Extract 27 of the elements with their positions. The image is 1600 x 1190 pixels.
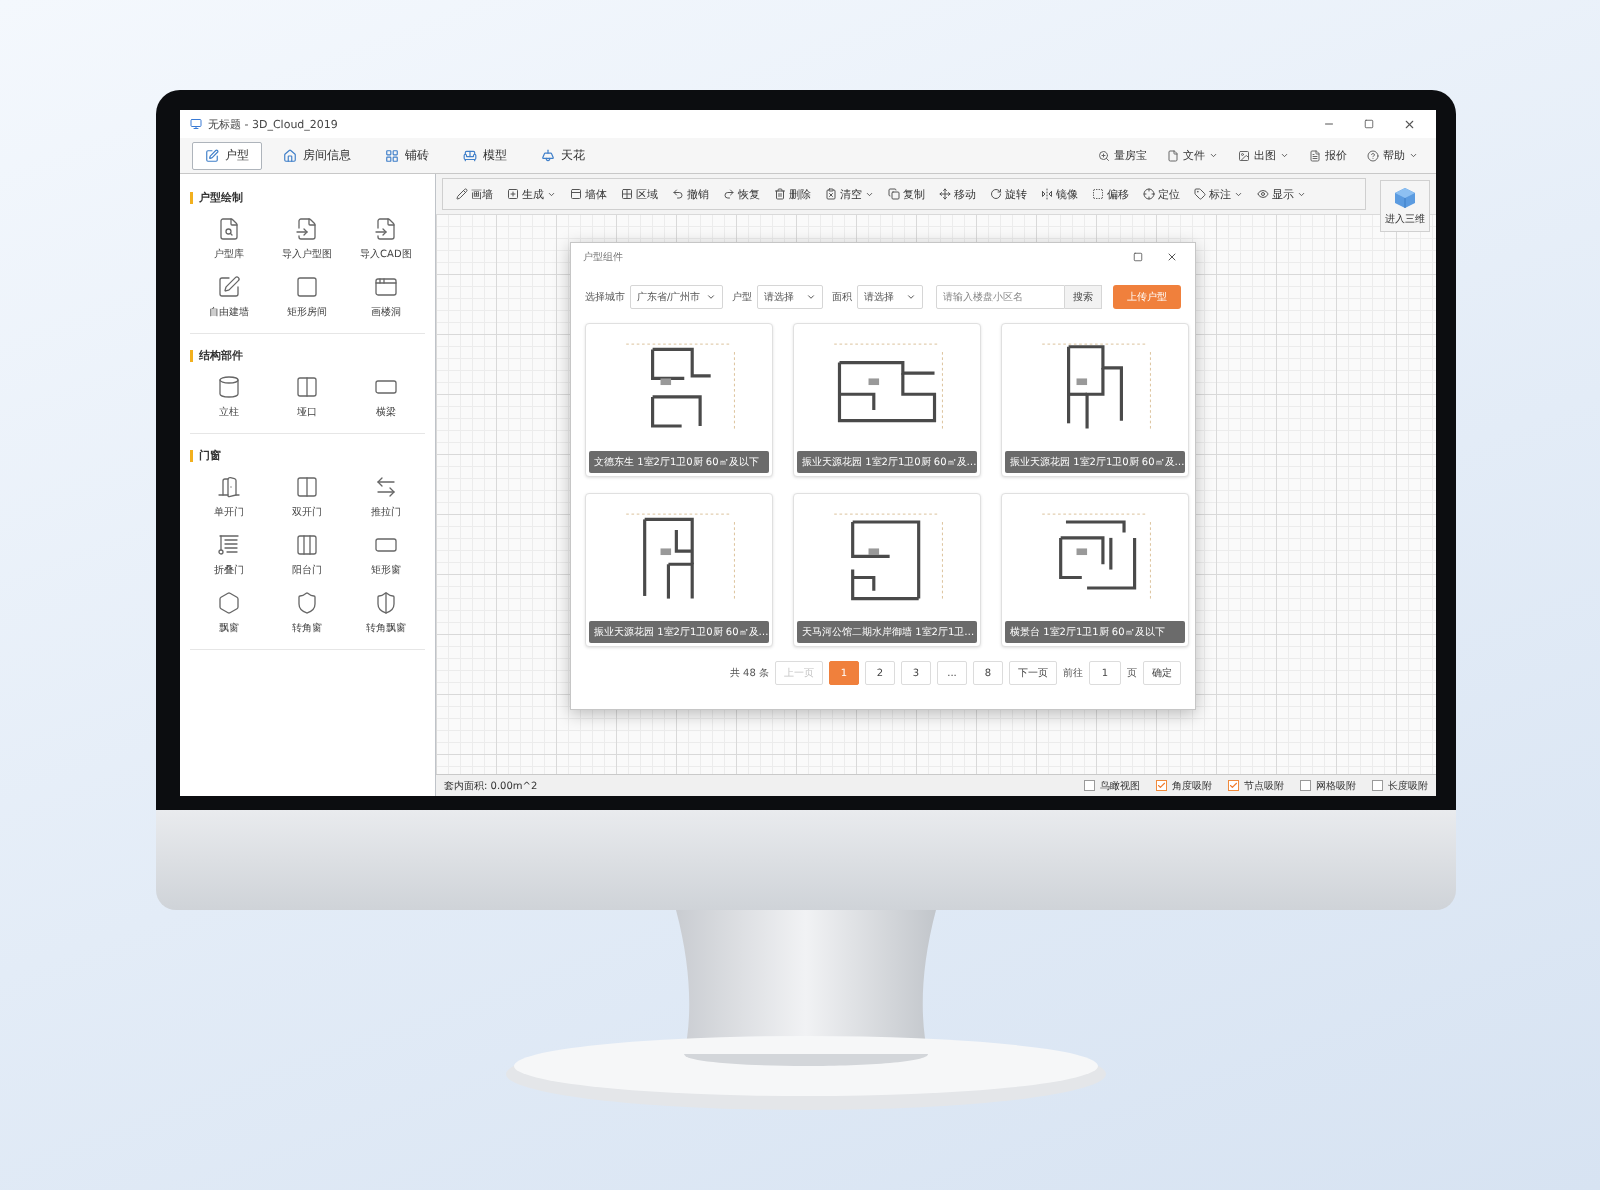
pillar-icon (217, 375, 242, 399)
pen-square-icon (217, 275, 242, 299)
drawing-canvas[interactable] (436, 214, 1436, 774)
double-door-icon (295, 475, 320, 499)
checkbox[interactable] (1084, 780, 1095, 791)
hexagon-icon (217, 591, 242, 615)
section-marker (190, 191, 193, 204)
checkbox[interactable] (1300, 780, 1311, 791)
blinds-icon (217, 533, 242, 557)
rectangle-icon (373, 533, 398, 557)
file-search-icon (217, 217, 242, 241)
checkbox[interactable] (1156, 780, 1167, 791)
section-marker (190, 449, 193, 462)
checkbox[interactable] (1372, 780, 1383, 791)
checkbox[interactable] (1228, 780, 1239, 791)
window-icon (373, 275, 398, 299)
door-icon (217, 475, 242, 499)
cube-icon (1393, 186, 1417, 210)
beam-icon (373, 375, 398, 399)
shield-icon (373, 591, 398, 615)
shield-icon (295, 591, 320, 615)
file-import-icon (295, 217, 320, 241)
section-marker (190, 349, 193, 362)
square-icon (295, 275, 320, 299)
file-import-icon (373, 217, 398, 241)
sliding-arrows-icon (373, 475, 398, 499)
columns-icon (295, 533, 320, 557)
